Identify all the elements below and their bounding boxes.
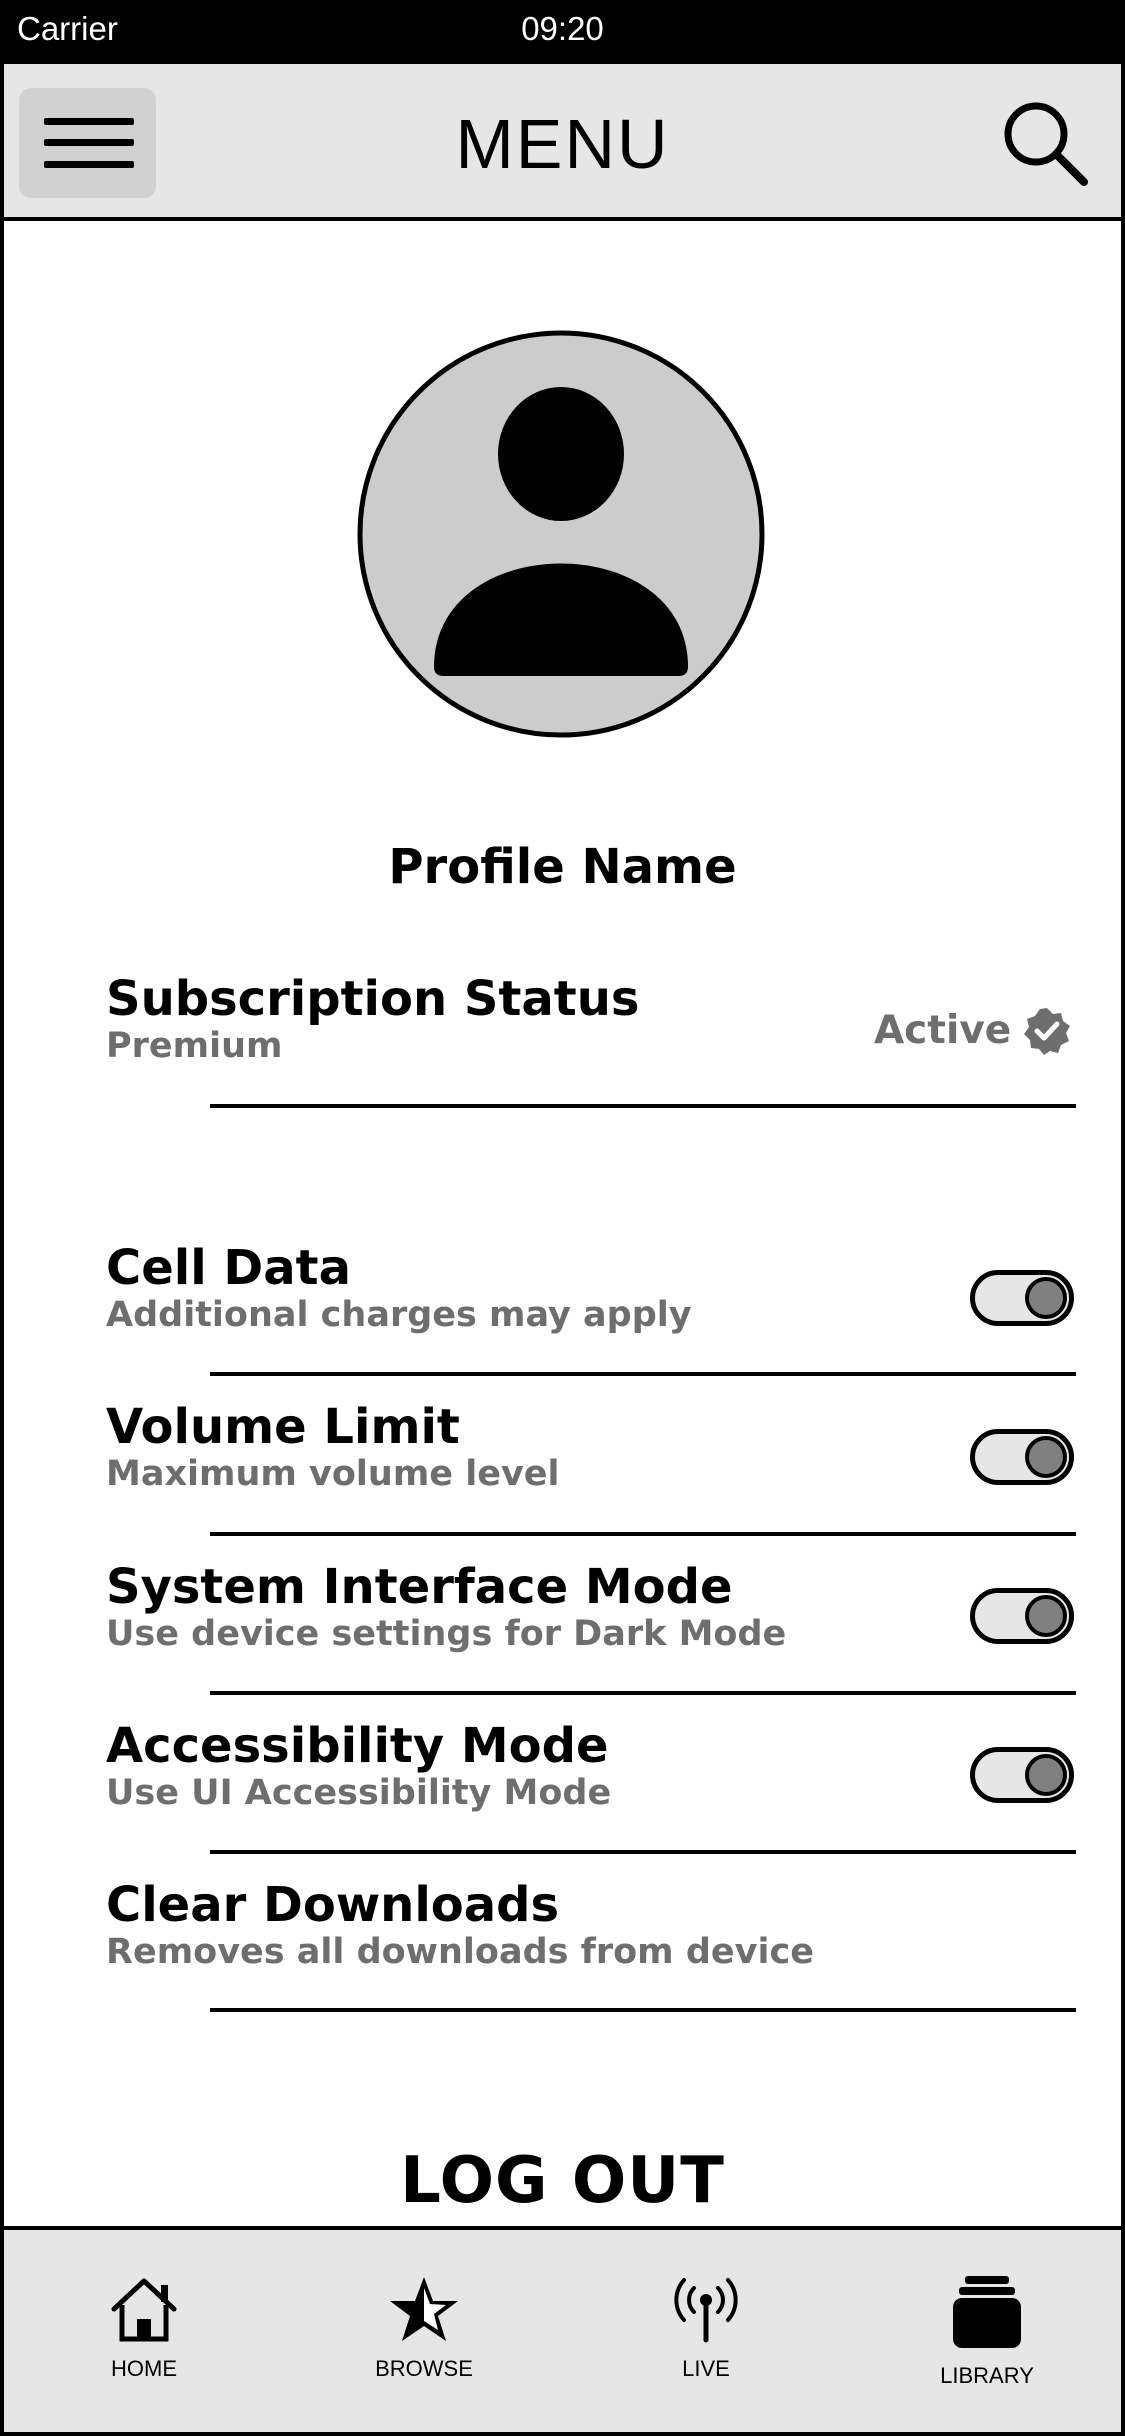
setting-subtitle: Use device settings for Dark Mode	[106, 1614, 787, 1654]
divider	[210, 1372, 1076, 1376]
app-screen: MENU Profile Name Subscription Status Pr…	[4, 64, 1121, 2432]
tab-home[interactable]: HOME	[44, 2230, 244, 2432]
tab-browse[interactable]: BROWSE	[324, 2230, 524, 2432]
status-bar: Carrier 09:20	[0, 0, 1125, 64]
tab-library[interactable]: LIBRARY	[887, 2230, 1087, 2432]
divider	[210, 1104, 1076, 1108]
divider	[210, 1691, 1076, 1695]
toggle-knob	[1025, 1754, 1067, 1796]
divider	[210, 1532, 1076, 1536]
clock: 09:20	[521, 10, 604, 47]
cell-data-toggle[interactable]	[970, 1270, 1074, 1326]
setting-subtitle: Removes all downloads from device	[106, 1932, 814, 1972]
broadcast-icon	[674, 2278, 738, 2343]
subscription-plan: Premium	[106, 1026, 283, 1066]
setting-title: Clear Downloads	[106, 1877, 560, 1933]
page-title: MENU	[455, 105, 670, 183]
star-icon	[390, 2277, 458, 2341]
system-interface-mode-toggle[interactable]	[970, 1588, 1074, 1644]
subscription-title: Subscription Status	[106, 971, 640, 1027]
setting-title: Volume Limit	[106, 1399, 460, 1455]
tab-label: BROWSE	[375, 2356, 473, 2381]
profile-name: Profile Name	[388, 839, 737, 895]
setting-subtitle: Additional charges may apply	[106, 1295, 692, 1335]
subscription-status-value: Active	[874, 1008, 1012, 1053]
tab-label: LIVE	[682, 2356, 730, 2381]
setting-subtitle: Maximum volume level	[106, 1454, 560, 1494]
tab-label: HOME	[111, 2356, 177, 2381]
user-avatar-icon[interactable]	[356, 329, 766, 739]
volume-limit-toggle[interactable]	[970, 1429, 1074, 1485]
setting-title: System Interface Mode	[106, 1559, 733, 1615]
verified-badge-icon	[1024, 1008, 1070, 1055]
logout-button[interactable]: LOG OUT	[4, 2144, 1121, 2218]
tab-label: LIBRARY	[940, 2363, 1034, 2388]
header-bar: MENU	[4, 64, 1121, 221]
divider	[210, 2008, 1076, 2012]
setting-title: Cell Data	[106, 1240, 351, 1296]
setting-subtitle: Use UI Accessibility Mode	[106, 1773, 612, 1813]
tab-live[interactable]: LIVE	[606, 2230, 806, 2432]
accessibility-mode-toggle[interactable]	[970, 1747, 1074, 1803]
tab-bar: HOME BROWSE LIVE LIBRARY	[4, 2226, 1121, 2432]
library-icon	[953, 2276, 1021, 2348]
divider	[210, 1850, 1076, 1854]
toggle-knob	[1025, 1277, 1067, 1319]
home-icon	[111, 2278, 177, 2342]
setting-title: Accessibility Mode	[106, 1718, 609, 1774]
search-icon[interactable]	[1000, 98, 1090, 188]
toggle-knob	[1025, 1595, 1067, 1637]
toggle-knob	[1025, 1436, 1067, 1478]
